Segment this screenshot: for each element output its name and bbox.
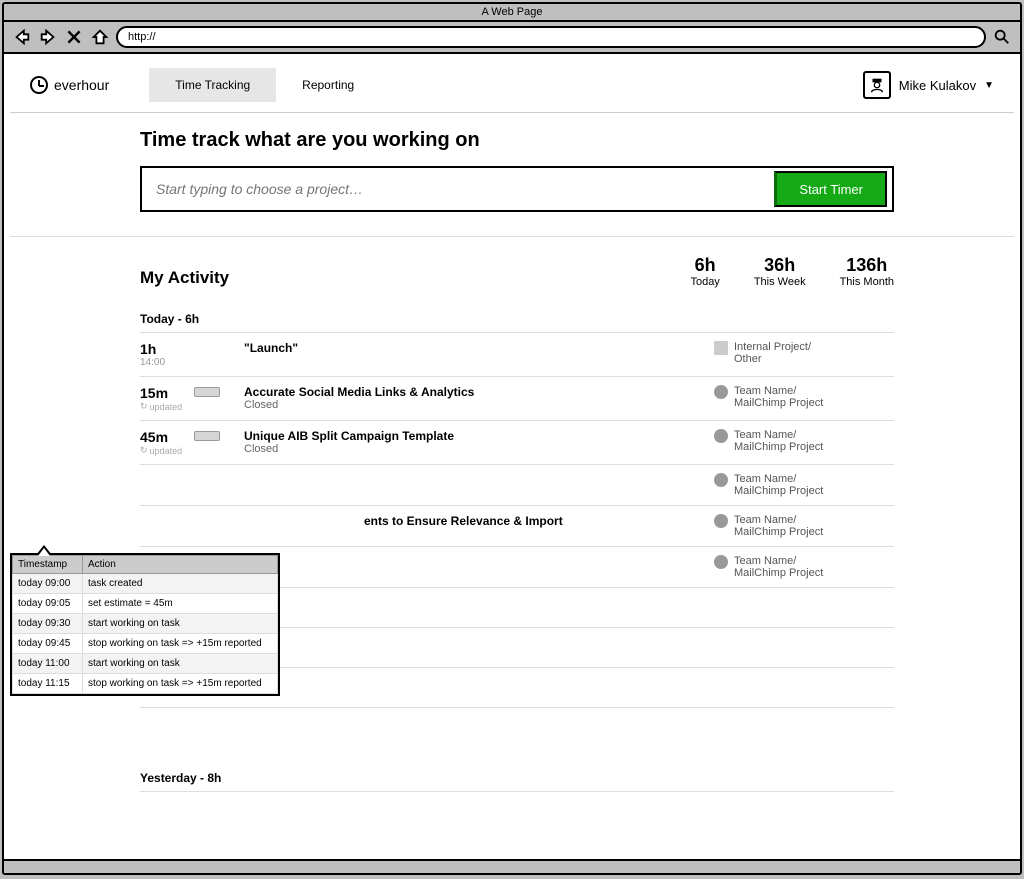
- refresh-icon: ↻: [140, 401, 148, 412]
- project-search-row: Start Timer: [140, 166, 894, 212]
- page-title: Time track what are you working on: [140, 129, 894, 152]
- col-action: Action: [83, 556, 278, 574]
- search-icon[interactable]: [992, 27, 1012, 47]
- app-header: everhour Time Tracking Reporting Mike Ku…: [10, 56, 1014, 113]
- browser-title: A Web Page: [4, 4, 1020, 22]
- user-menu[interactable]: Mike Kulakov ▼: [863, 71, 994, 99]
- back-icon[interactable]: [12, 27, 32, 47]
- project-icon: [714, 555, 728, 569]
- tag-icon: [194, 431, 220, 441]
- activity-row[interactable]: 15m↻updated Accurate Social Media Links …: [140, 376, 894, 420]
- avatar-icon: [863, 71, 891, 99]
- stop-icon[interactable]: [64, 27, 84, 47]
- status-bar: [4, 859, 1020, 873]
- project-icon: [714, 514, 728, 528]
- project-icon: [714, 341, 728, 355]
- chevron-down-icon: ▼: [984, 80, 994, 91]
- history-row: today 09:00task created: [13, 574, 278, 594]
- activity-row[interactable]: 1h14:00 "Launch" Internal Project/Other: [140, 332, 894, 376]
- browser-toolbar: http://: [4, 22, 1020, 54]
- url-bar[interactable]: http://: [116, 26, 986, 48]
- start-timer-button[interactable]: Start Timer: [774, 171, 887, 207]
- activity-row[interactable]: 45m↻updated Unique AIB Split Campaign Te…: [140, 420, 894, 464]
- stat-month: 136hThis Month: [840, 255, 894, 288]
- project-icon: [714, 429, 728, 443]
- day-today-label: Today - 6h: [140, 312, 894, 326]
- history-row: today 11:00start working on task: [13, 654, 278, 674]
- divider: [10, 236, 1014, 237]
- home-icon[interactable]: [90, 27, 110, 47]
- tab-reporting[interactable]: Reporting: [276, 68, 380, 102]
- tab-time-tracking[interactable]: Time Tracking: [149, 68, 276, 102]
- project-input[interactable]: [156, 181, 769, 197]
- project-icon: [714, 385, 728, 399]
- history-row: today 11:15stop working on task => +15m …: [13, 674, 278, 694]
- tag-icon: [194, 387, 220, 397]
- project-icon: [714, 473, 728, 487]
- activity-title: My Activity: [140, 268, 229, 288]
- activity-row[interactable]: Team Name/MailChimp Project: [140, 464, 894, 505]
- forward-icon[interactable]: [38, 27, 58, 47]
- stat-today: 6hToday: [690, 255, 719, 288]
- activity-row[interactable]: ents to Ensure Relevance & Import Team N…: [140, 505, 894, 546]
- history-row: today 09:45stop working on task => +15m …: [13, 634, 278, 654]
- app-name: everhour: [54, 77, 109, 93]
- col-timestamp: Timestamp: [13, 556, 83, 574]
- user-name: Mike Kulakov: [899, 78, 976, 93]
- refresh-icon: ↻: [140, 445, 148, 456]
- history-popup: TimestampAction today 09:00task created …: [10, 553, 280, 696]
- day-yesterday-label: Yesterday - 8h: [140, 771, 894, 785]
- stat-week: 36hThis Week: [754, 255, 806, 288]
- history-row: today 09:05set estimate = 45m: [13, 594, 278, 614]
- app-logo: everhour: [30, 76, 109, 94]
- history-row: today 09:30start working on task: [13, 614, 278, 634]
- clock-icon: [30, 76, 48, 94]
